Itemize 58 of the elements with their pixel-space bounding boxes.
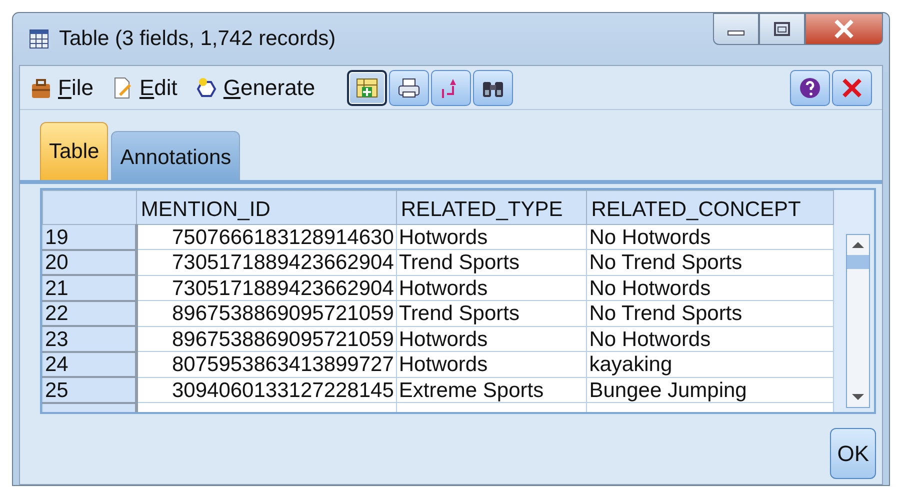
menu-item[interactable]: Generate [195, 71, 316, 104]
maximize-button[interactable] [759, 13, 805, 45]
table-cell: No Hotwords [586, 224, 834, 250]
table-cell: 7507666183128914630 [136, 224, 396, 250]
row-number: 23 [42, 326, 136, 352]
table-cell: 3094060133127228145 [136, 377, 396, 402]
help-button[interactable] [790, 70, 830, 106]
table-cell: Hotwords [396, 352, 587, 377]
row-number: 25 [42, 377, 136, 402]
scrollbar-thumb [847, 254, 869, 268]
tab[interactable]: Table [40, 122, 108, 180]
table-icon [29, 29, 49, 49]
close-icon [840, 76, 864, 100]
scroll-up-icon [851, 240, 865, 248]
column-header[interactable]: RELATED_TYPE [396, 190, 587, 224]
toolbar-button[interactable] [389, 70, 430, 106]
table-cell: Bungee Jumping [586, 377, 834, 402]
row-number: 21 [42, 275, 136, 300]
table-cell: No Trend Sports [586, 250, 834, 275]
close-button[interactable] [832, 70, 872, 106]
table-cell: 8075953863413899727 [136, 352, 396, 377]
tab[interactable]: Annotations [111, 131, 240, 180]
maximize-icon [772, 21, 792, 37]
minimize-icon [727, 30, 745, 36]
row-number: 19 [42, 224, 136, 250]
table-cell: Hotwords [396, 224, 587, 250]
table-cell: No Hotwords [586, 275, 834, 300]
menu-item[interactable]: File [30, 71, 94, 104]
table-add-icon [354, 76, 380, 100]
row-number: 24 [42, 352, 136, 377]
help-icon [798, 76, 822, 100]
ok-button[interactable]: OK [830, 428, 876, 478]
toolbar-button[interactable] [473, 70, 514, 106]
table-cell: Trend Sports [396, 300, 587, 326]
table-cell: 8967538869095721059 [136, 326, 396, 352]
minimize-button[interactable] [713, 13, 759, 45]
row-number: 22 [42, 300, 136, 326]
sparkle-hexagon-icon [195, 76, 218, 100]
row-number: 20 [42, 250, 136, 275]
menu-item[interactable]: Edit [111, 71, 178, 104]
table-cell: Trend Sports [396, 250, 587, 275]
table-cell: kayaking [586, 352, 834, 377]
column-header[interactable]: RELATED_CONCEPT [586, 190, 834, 224]
window-title: Table (3 fields, 1,742 records) [59, 26, 336, 52]
table-cell: Hotwords [396, 275, 587, 300]
table-cell: Hotwords [396, 326, 587, 352]
scroll-down-icon [851, 392, 865, 400]
column-header[interactable]: MENTION_ID [136, 190, 396, 224]
table-cell: 7305171889423662904 [136, 275, 396, 300]
printer-icon [396, 76, 422, 100]
close-button[interactable] [805, 13, 883, 45]
table-cell: No Hotwords [586, 326, 834, 352]
table-cell: No Trend Sports [586, 300, 834, 326]
toolbar-button[interactable] [347, 70, 388, 106]
table-cell: 8967538869095721059 [136, 300, 396, 326]
table-cell: 7305171889423662904 [136, 250, 396, 275]
table-cell: Extreme Sports [396, 377, 587, 402]
close-icon [833, 19, 855, 39]
